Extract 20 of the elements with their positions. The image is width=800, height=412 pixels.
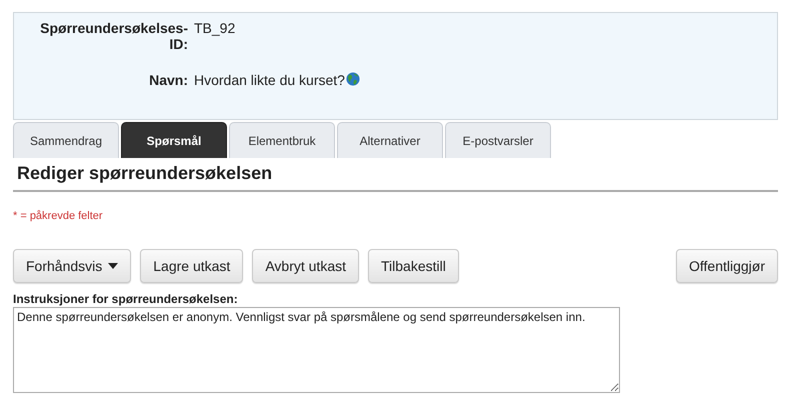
field-label: Navn:: [148, 72, 189, 88]
tab[interactable]: Sammendrag: [13, 122, 119, 158]
globe-icon: [346, 72, 360, 86]
toolbar-button[interactable]: Avbryt utkast: [252, 249, 359, 283]
toolbar-button[interactable]: Lagre utkast: [140, 249, 244, 283]
toolbar-button[interactable]: Tilbakestill: [368, 249, 459, 283]
field-label: Spørreundersøkelses-ID:: [40, 20, 189, 52]
required-note: * = påkrevde felter: [13, 210, 104, 222]
page-heading: Rediger spørreundersøkelsen: [13, 158, 778, 192]
instructions-field[interactable]: Denne spørreundersøkelsen er anonym. Vennligst svar på spørsmålene og send spørreundersøkelsen inn.: [13, 307, 620, 393]
field-value: Hvordan likte du kurset?: [194, 72, 345, 88]
tab[interactable]: Elementbruk: [229, 122, 335, 158]
tab[interactable]: Spørsmål: [121, 122, 227, 158]
caret-icon: [108, 263, 118, 269]
preview-dropdown-button[interactable]: Forhåndsvis: [13, 249, 132, 283]
tab[interactable]: E-postvarsler: [445, 122, 551, 158]
tab[interactable]: Alternativer: [337, 122, 443, 158]
toolbar-button[interactable]: Offentliggjør: [676, 249, 778, 283]
field-label: Instruksjoner for spørreundersøkelsen:: [13, 292, 239, 306]
field-value: TB_92: [194, 20, 236, 36]
